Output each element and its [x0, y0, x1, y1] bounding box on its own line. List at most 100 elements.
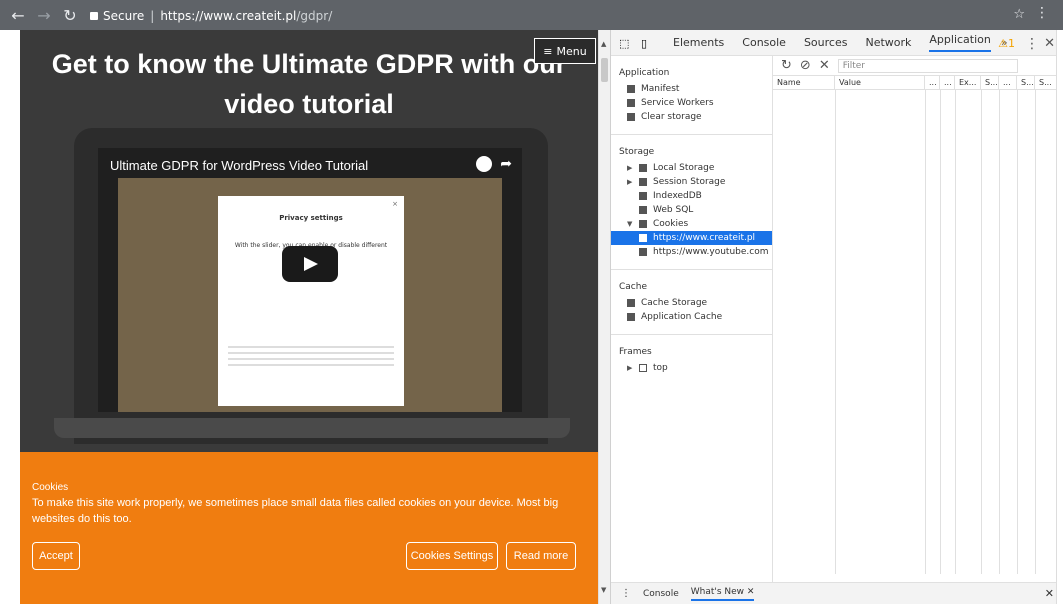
sidebar-item-label: top — [653, 363, 668, 373]
database-icon — [639, 192, 647, 200]
cookie-title: Cookies — [32, 482, 69, 493]
right-edge-rail — [1056, 30, 1063, 604]
drawer-tab-label: What's New — [690, 586, 745, 597]
text-line — [228, 346, 394, 348]
bookmark-star-icon[interactable]: ☆ — [1013, 7, 1025, 22]
delete-icon[interactable]: ✕ — [819, 58, 830, 73]
col-secure[interactable]: S... — [1017, 76, 1035, 89]
play-button[interactable] — [282, 246, 338, 282]
menu-button[interactable]: ≡ Menu — [534, 38, 596, 64]
col-domain[interactable]: ... — [925, 76, 940, 89]
sidebar-item-session-storage[interactable]: ▶ Session Storage — [611, 175, 772, 189]
forward-icon[interactable]: → — [36, 6, 52, 25]
filter-input[interactable]: Filter — [837, 58, 1018, 73]
grid-icon — [627, 313, 635, 321]
devtools-menu-icon[interactable]: ⋮ — [1025, 36, 1039, 52]
chevron-right-icon[interactable]: ▶ — [627, 364, 637, 372]
column-divider — [1035, 90, 1036, 574]
gear-icon — [627, 99, 635, 107]
clear-all-icon[interactable]: ⊘ — [800, 58, 811, 73]
hamburger-icon: ≡ — [543, 44, 553, 58]
url-path: /gdpr/ — [296, 8, 333, 23]
scroll-down-icon[interactable]: ▼ — [601, 586, 606, 594]
tab-network[interactable]: Network — [865, 36, 911, 49]
sidebar-item-cookie-youtube[interactable]: https://www.youtube.com — [611, 245, 772, 259]
close-devtools-icon[interactable]: ✕ — [1044, 36, 1055, 51]
sidebar-item-label: Application Cache — [641, 312, 723, 322]
col-size[interactable]: S... — [981, 76, 999, 89]
sidebar-item-label: Cookies — [653, 219, 689, 229]
column-divider — [999, 90, 1000, 574]
tab-console[interactable]: Console — [742, 36, 786, 49]
url-host: https://www.createit.pl — [160, 8, 297, 23]
menu-label: Menu — [556, 44, 587, 58]
sidebar-item-label: IndexedDB — [653, 191, 702, 201]
scroll-thumb[interactable] — [601, 58, 608, 82]
column-divider — [925, 90, 926, 574]
col-httponly[interactable]: ... — [999, 76, 1017, 89]
sidebar-item-label: Web SQL — [653, 205, 694, 215]
reload-icon[interactable]: ↻ — [62, 6, 78, 25]
sidebar-item-label: Clear storage — [641, 112, 702, 122]
frame-icon — [639, 364, 647, 372]
watch-later-icon[interactable] — [476, 156, 492, 172]
cookie-icon — [639, 248, 647, 256]
device-toolbar-icon[interactable]: ▯ — [641, 37, 655, 50]
page-left-margin — [0, 30, 20, 604]
web-page: Get to know the Ultimate GDPR with our v… — [0, 30, 598, 604]
sidebar-item-application-cache[interactable]: Application Cache — [611, 310, 772, 324]
sidebar-item-frame-top[interactable]: ▶ top — [611, 361, 772, 375]
address-bar[interactable]: Secure | https://www.createit.pl /gdpr/ — [90, 6, 1048, 25]
sidebar-item-manifest[interactable]: Manifest — [611, 82, 772, 96]
col-expires[interactable]: Ex... — [955, 76, 981, 89]
chevron-right-icon[interactable]: ▶ — [627, 164, 637, 172]
col-name[interactable]: Name — [773, 76, 835, 89]
drawer-tab-console[interactable]: Console — [643, 589, 679, 599]
tab-elements[interactable]: Elements — [673, 36, 724, 49]
back-icon[interactable]: ← — [10, 6, 26, 25]
col-value[interactable]: Value — [835, 76, 925, 89]
page-scrollbar[interactable]: ▲ ▼ — [598, 30, 610, 604]
sidebar-item-local-storage[interactable]: ▶ Local Storage — [611, 161, 772, 175]
col-path[interactable]: ... — [940, 76, 955, 89]
tab-sources[interactable]: Sources — [804, 36, 848, 49]
read-more-button[interactable]: Read more — [506, 542, 576, 570]
address-separator: | — [150, 8, 155, 23]
sidebar-item-cookie-createit[interactable]: https://www.createit.pl — [611, 231, 772, 245]
sidebar-item-service-workers[interactable]: Service Workers — [611, 96, 772, 110]
tab-application[interactable]: Application — [929, 33, 991, 52]
drawer-tab-whats-new[interactable]: What's New ✕ — [690, 586, 755, 601]
sidebar-item-web-sql[interactable]: Web SQL — [611, 203, 772, 217]
inspect-icon[interactable]: ⬚ — [619, 37, 633, 50]
chevron-down-icon[interactable]: ▼ — [627, 220, 637, 228]
share-icon[interactable]: ➦ — [500, 156, 512, 172]
accept-button[interactable]: Accept — [32, 542, 80, 570]
warning-indicator[interactable]: ⚠1 — [998, 37, 1015, 50]
sidebar-item-cookies[interactable]: ▼ Cookies — [611, 217, 772, 231]
chevron-right-icon[interactable]: ▶ — [627, 178, 637, 186]
drawer-menu-icon[interactable]: ⋮ — [621, 588, 631, 599]
cookie-icon — [639, 234, 647, 242]
video-player[interactable]: Ultimate GDPR for WordPress Video Tutori… — [98, 148, 522, 412]
privacy-settings-preview: × Privacy settings With the slider, you … — [218, 196, 404, 406]
table-header: Name Value ... ... Ex... S... ... S... S… — [773, 76, 1063, 90]
group-frames: Frames — [619, 347, 652, 357]
privacy-title: Privacy settings — [279, 214, 343, 222]
lock-icon — [90, 11, 98, 20]
cookies-table-panel: ↻ ⊘ ✕ Filter Name Value ... ... Ex... S.… — [773, 56, 1063, 604]
sidebar-item-clear-storage[interactable]: Clear storage — [611, 110, 772, 124]
scroll-up-icon[interactable]: ▲ — [601, 40, 606, 48]
sidebar-item-label: https://www.createit.pl — [653, 233, 756, 243]
browser-menu-icon[interactable]: ⋮ — [1035, 5, 1049, 21]
video-title[interactable]: Ultimate GDPR for WordPress Video Tutori… — [110, 158, 368, 173]
text-line — [228, 352, 394, 354]
cookies-settings-button[interactable]: Cookies Settings — [406, 542, 498, 570]
sidebar-item-indexeddb[interactable]: IndexedDB — [611, 189, 772, 203]
close-icon[interactable]: ✕ — [747, 587, 755, 597]
cookie-icon — [639, 220, 647, 228]
refresh-icon[interactable]: ↻ — [781, 58, 792, 73]
close-drawer-icon[interactable]: ✕ — [1045, 587, 1054, 600]
application-sidebar: Application Manifest Service Workers Cle… — [611, 56, 773, 604]
sidebar-item-cache-storage[interactable]: Cache Storage — [611, 296, 772, 310]
column-divider — [955, 90, 956, 574]
